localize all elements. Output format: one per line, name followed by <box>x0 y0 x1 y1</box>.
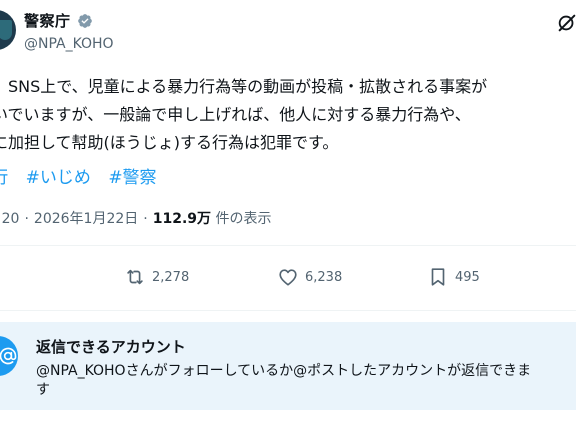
police-emblem-icon <box>0 20 12 40</box>
author-handle[interactable]: @NPA_KOHO <box>24 36 114 52</box>
heart-icon <box>279 269 297 286</box>
post-detail: 警察庁 @NPA_KOHO 現在、SNS上で、児童による暴力行為等の動画が投稿・… <box>0 0 576 430</box>
bookmark-count: 495 <box>455 269 480 285</box>
avatar[interactable] <box>0 10 16 50</box>
reply-notice-title: 返信できるアカウント <box>36 338 186 356</box>
bookmark-icon <box>431 268 445 286</box>
separator-dot: · <box>24 211 29 227</box>
repost-icon <box>127 269 143 285</box>
reply-notice-line: @NPA_KOHOさんがフォローしているか@ポストしたアカウントが返信できま <box>36 363 532 379</box>
post-body: 現在、SNS上で、児童による暴力行為等の動画が投稿・拡散される事案が 相次いでい… <box>0 73 576 157</box>
reply-restriction-notice: 返信できるアカウント @NPA_KOHOさんがフォローしているか@ポストしたアカ… <box>0 322 576 410</box>
display-name[interactable]: 警察庁 <box>24 10 71 31</box>
separator-dot: · <box>143 211 148 227</box>
author-name-row[interactable]: 警察庁 <box>24 10 93 31</box>
reply-notice-description: @NPA_KOHOさんがフォローしているか@ポストしたアカウントが返信できま す <box>36 362 576 400</box>
views-label: 件の表示 <box>215 211 272 227</box>
reply-notice-line: す <box>36 382 50 398</box>
views-count: 112.9万 <box>152 211 212 227</box>
like-count: 6,238 <box>305 269 343 285</box>
repost-button[interactable]: 2,278 <box>124 266 189 288</box>
hashtag-row: #暴行 #いじめ #警察 <box>0 163 169 188</box>
post-date[interactable]: 2026年1月22日 <box>34 211 138 227</box>
verified-badge-icon[interactable] <box>77 13 93 29</box>
like-button[interactable]: 6,238 <box>277 266 342 288</box>
repost-count: 2,278 <box>152 269 190 285</box>
post-body-line: 現在、SNS上で、児童による暴力行為等の動画が投稿・拡散される事案が <box>0 77 488 96</box>
hashtag-link[interactable]: #暴行 <box>0 168 8 188</box>
post-meta: 午前7:20·2026年1月22日·112.9万 件の表示 <box>0 208 271 228</box>
hashtag-link[interactable]: #警察 <box>108 168 156 188</box>
post-body-line: 相次いでいますが、一般論で申し上げれば、他人に対する暴力行為や、 <box>0 105 471 124</box>
at-sign-icon <box>0 336 18 376</box>
divider <box>0 310 576 311</box>
hashtag-link[interactable]: #いじめ <box>26 168 91 188</box>
post-body-line: それに加担して幇助(ほうじょ)する行為は犯罪です。 <box>0 133 339 152</box>
grok-icon[interactable] <box>556 12 576 34</box>
divider <box>0 245 576 246</box>
bookmark-button[interactable]: 495 <box>427 266 480 288</box>
post-time[interactable]: 午前7:20 <box>0 211 19 227</box>
